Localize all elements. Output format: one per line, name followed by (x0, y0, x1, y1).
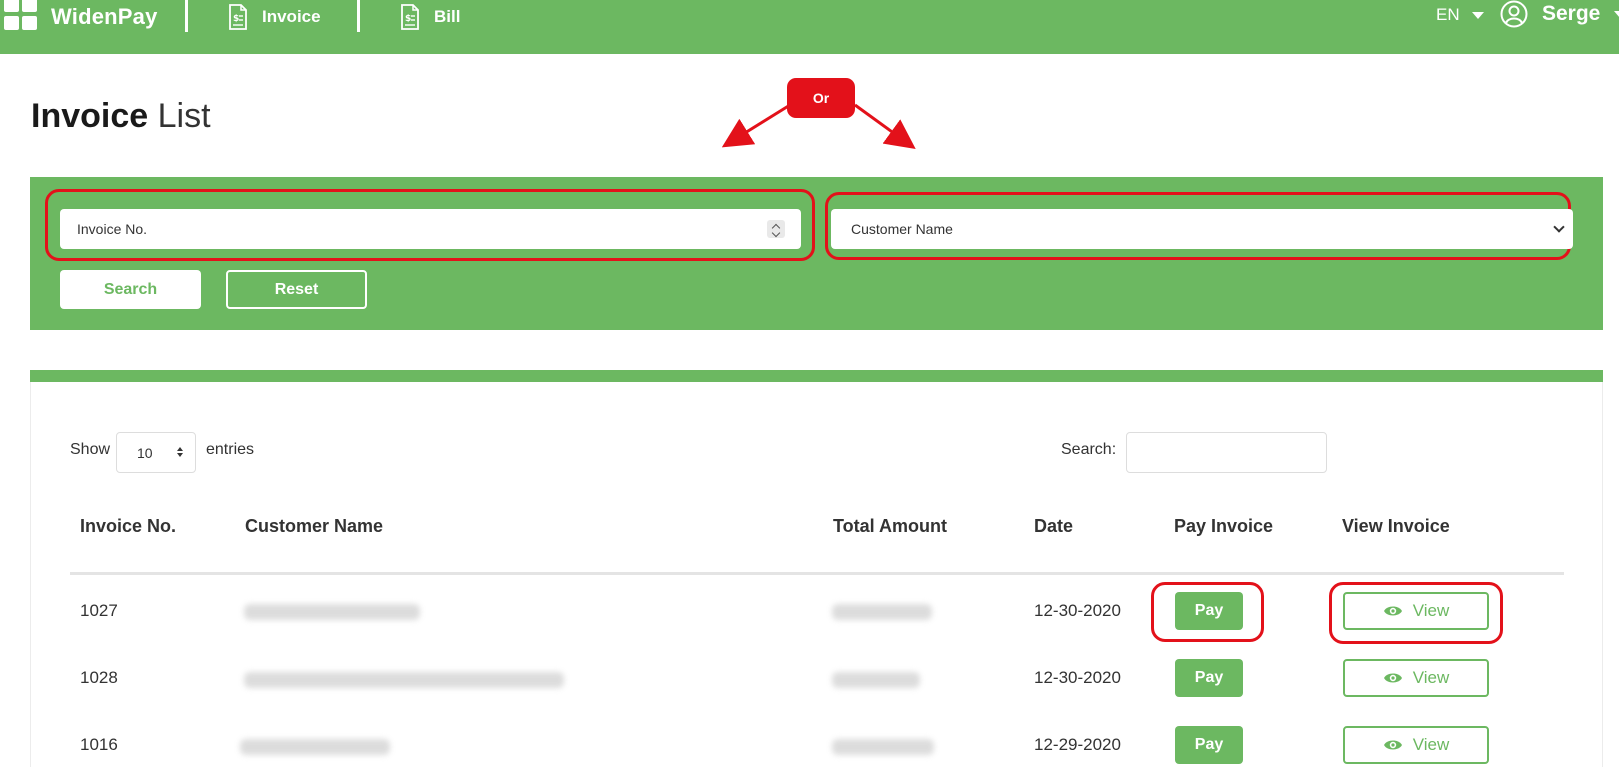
column-header-view-invoice[interactable]: View Invoice (1342, 516, 1450, 537)
nav-bill-label: Bill (434, 7, 461, 26)
language-selector[interactable]: EN (1436, 5, 1484, 25)
nav-divider (357, 0, 360, 32)
language-label: EN (1436, 5, 1460, 24)
redacted-total-amount (832, 739, 934, 755)
show-label: Show (70, 441, 111, 458)
redacted-customer-name (244, 672, 564, 688)
cell-date: 12-30-2020 (1034, 668, 1121, 687)
top-navbar: WidenPay $ Invoice $ Bill EN Serge (0, 0, 1619, 54)
entries-length-select[interactable]: 10 (116, 432, 196, 473)
pay-button[interactable]: Pay (1175, 659, 1243, 697)
column-header-invoice-no[interactable]: Invoice No. (80, 516, 176, 537)
cell-invoice-no: 1016 (80, 735, 118, 754)
bill-document-icon: $ (401, 4, 419, 30)
svg-text:$: $ (233, 14, 239, 24)
nav-invoice-label: Invoice (262, 7, 321, 26)
search-button[interactable]: Search (60, 270, 201, 309)
page-title-bold: Invoice (31, 97, 149, 135)
redacted-total-amount (832, 672, 920, 688)
chevron-down-icon (1614, 10, 1619, 18)
brand-name[interactable]: WidenPay (51, 4, 158, 30)
column-header-customer-name[interactable]: Customer Name (245, 516, 383, 537)
user-avatar-icon (1500, 0, 1528, 28)
page-title: Invoice List (31, 97, 211, 136)
page: WidenPay $ Invoice $ Bill EN Serge Invoi… (0, 0, 1619, 767)
reset-button[interactable]: Reset (226, 270, 367, 309)
pay-button[interactable]: Pay (1175, 726, 1243, 764)
number-stepper-icon[interactable] (767, 220, 785, 238)
table-header-divider (70, 572, 1564, 575)
entries-label: entries (206, 441, 255, 458)
customer-name-select[interactable]: Customer Name (831, 209, 1573, 249)
redacted-customer-name (240, 739, 390, 755)
page-title-light: List (157, 97, 211, 135)
card-top-bar (30, 370, 1603, 382)
user-menu[interactable]: Serge (1500, 0, 1619, 28)
view-label: View (1412, 735, 1450, 754)
invoice-document-icon: $ (229, 4, 247, 30)
chevron-down-icon (1553, 221, 1565, 233)
table-search-label: Search: (1061, 441, 1117, 458)
user-name: Serge (1542, 2, 1601, 25)
annotation-highlight (1151, 582, 1264, 642)
svg-text:$: $ (405, 14, 411, 24)
column-header-total-amount[interactable]: Total Amount (833, 516, 947, 537)
nav-invoice-link[interactable]: $ Invoice (228, 4, 321, 30)
redacted-customer-name (244, 604, 420, 620)
nav-bill-link[interactable]: $ Bill (400, 4, 460, 30)
view-invoice-button[interactable]: View (1343, 659, 1489, 697)
column-header-date[interactable]: Date (1034, 516, 1073, 537)
eye-icon (1383, 673, 1402, 683)
table-search-input[interactable] (1126, 432, 1327, 473)
cell-invoice-no: 1028 (80, 668, 118, 687)
annotation-highlight (1329, 582, 1503, 644)
cell-date: 12-29-2020 (1034, 735, 1121, 754)
nav-divider (185, 0, 188, 32)
redacted-total-amount (832, 604, 932, 620)
eye-icon (1383, 740, 1402, 750)
sort-arrows-icon (177, 447, 183, 457)
invoice-number-input[interactable]: Invoice No. (60, 209, 801, 249)
app-grid-icon[interactable] (0, 0, 40, 32)
cell-invoice-no: 1027 (80, 601, 118, 620)
view-label: View (1412, 668, 1450, 687)
chevron-down-icon (1471, 11, 1484, 19)
view-invoice-button[interactable]: View (1343, 726, 1489, 764)
or-annotation-badge: Or (787, 78, 855, 118)
entries-length-value: 10 (137, 444, 153, 461)
column-header-pay-invoice[interactable]: Pay Invoice (1174, 516, 1273, 537)
invoice-number-placeholder: Invoice No. (77, 221, 148, 237)
cell-date: 12-30-2020 (1034, 601, 1121, 620)
customer-name-selected: Customer Name (851, 221, 953, 237)
